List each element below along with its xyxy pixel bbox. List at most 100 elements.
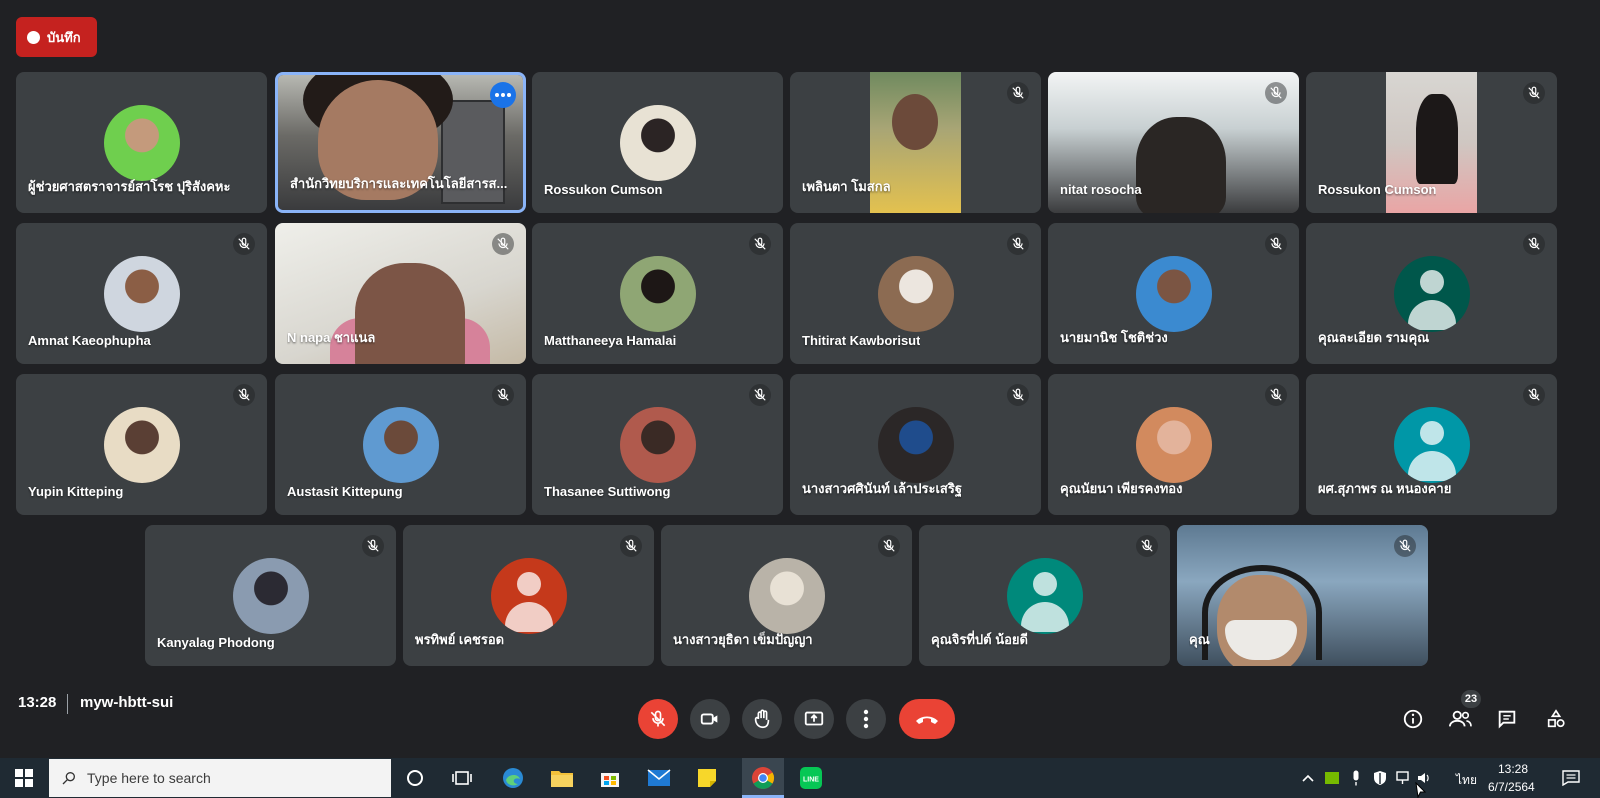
input-language-indicator[interactable]: ไทย — [1456, 771, 1477, 790]
participant-name: นายมานิช โชติช่วง — [1060, 330, 1168, 345]
meeting-details-button[interactable] — [1396, 702, 1430, 736]
mic-off-icon — [1394, 535, 1416, 557]
participant-tile[interactable]: นายมานิช โชติช่วง — [1048, 223, 1299, 364]
hang-up-icon — [916, 716, 938, 724]
mic-off-icon — [1007, 233, 1029, 255]
avatar — [103, 406, 180, 483]
mic-off-icon — [1265, 233, 1287, 255]
default-avatar-icon — [490, 557, 567, 634]
participant-tile[interactable]: พรทิพย์ เคชรอด — [403, 525, 654, 666]
participant-name: Rossukon Cumson — [1318, 182, 1437, 197]
mic-off-icon — [749, 384, 771, 406]
taskbar-search-box[interactable]: Type here to search — [49, 759, 391, 797]
microphone-icon[interactable] — [1347, 762, 1365, 794]
participant-tile[interactable]: Matthaneeya Hamalai — [532, 223, 783, 364]
participant-tile[interactable]: nitat rosocha — [1048, 72, 1299, 213]
tray-app-icon[interactable] — [1323, 762, 1341, 794]
participant-tile-active-speaker[interactable]: สำนักวิทยบริการและเทคโนโลยีสารส... — [275, 72, 526, 213]
notification-center-icon[interactable] — [1558, 762, 1584, 794]
mic-off-icon — [1007, 82, 1029, 104]
avatar — [877, 255, 954, 332]
mic-off-icon — [1265, 82, 1287, 104]
participant-tile[interactable]: Rossukon Cumson — [532, 72, 783, 213]
participant-tile[interactable]: ผู้ช่วยศาสตราจารย์สาโรช ปุริสังคหะ — [16, 72, 267, 213]
search-icon — [62, 772, 75, 785]
taskbar-clock-time[interactable]: 13:28 — [1498, 762, 1528, 776]
participant-name: สำนักวิทยบริการและเทคโนโลยีสารส... — [290, 176, 508, 191]
divider — [67, 694, 68, 714]
default-avatar-icon — [1006, 557, 1083, 634]
participant-tile[interactable]: Thitirat Kawborisut — [790, 223, 1041, 364]
participant-tile[interactable]: คุณนัยนา เพียรคงทอง — [1048, 374, 1299, 515]
microsoft-store-icon[interactable] — [594, 762, 626, 794]
participant-tile[interactable]: ผศ.สุภาพร ณ หนองคาย — [1306, 374, 1557, 515]
leave-call-button[interactable] — [899, 699, 955, 739]
mail-icon[interactable] — [643, 762, 675, 794]
participant-tile[interactable]: Kanyalag Phodong — [145, 525, 396, 666]
task-view-button[interactable] — [446, 762, 478, 794]
camera-toggle-button[interactable] — [690, 699, 730, 739]
more-options-button[interactable] — [846, 699, 886, 739]
participant-name: Amnat Kaeophupha — [28, 333, 151, 348]
participant-name: นางสาวยุธิดา เข็มปัญญา — [673, 632, 813, 647]
file-explorer-icon[interactable] — [546, 762, 578, 794]
present-screen-button[interactable] — [794, 699, 834, 739]
mic-off-icon — [620, 535, 642, 557]
meeting-code[interactable]: myw-hbtt-sui — [80, 694, 173, 711]
avatar — [1135, 255, 1212, 332]
participant-name: นางสาวศศินันท์ เล้าประเสริฐ — [802, 481, 962, 496]
taskbar-clock-date[interactable]: 6/7/2564 — [1488, 780, 1535, 794]
participant-tile[interactable]: นางสาวยุธิดา เข็มปัญญา — [661, 525, 912, 666]
mic-toggle-button[interactable] — [638, 699, 678, 739]
participant-tile-self[interactable]: คุณ — [1177, 525, 1428, 666]
mouse-cursor-icon — [1415, 782, 1427, 798]
network-icon[interactable] — [1395, 762, 1413, 794]
cortana-circle-icon — [407, 770, 423, 786]
security-shield-icon[interactable] — [1371, 762, 1389, 794]
participant-tile[interactable]: Yupin Kitteping — [16, 374, 267, 515]
participant-tile[interactable]: คุณจิรที่ปต์ น้อยดี — [919, 525, 1170, 666]
participant-name: Yupin Kitteping — [28, 484, 124, 499]
record-dot-icon — [27, 30, 40, 44]
chat-icon — [1498, 710, 1516, 729]
participant-tile[interactable]: นางสาวศศินันท์ เล้าประเสริฐ — [790, 374, 1041, 515]
cortana-button[interactable] — [399, 762, 431, 794]
avatar — [232, 557, 309, 634]
people-icon — [1449, 710, 1472, 727]
participant-tile[interactable]: คุณละเอียด รามคุณ — [1306, 223, 1557, 364]
chrome-icon[interactable] — [747, 762, 779, 794]
avatar — [748, 557, 825, 634]
mic-off-icon — [1523, 233, 1545, 255]
mic-off-icon — [492, 384, 514, 406]
windows-taskbar: Type here to search LINE ไทย 13:28 6/7/2… — [0, 758, 1600, 798]
mic-off-icon — [1136, 535, 1158, 557]
participants-count-badge: 23 — [1461, 690, 1481, 708]
participant-name: ผู้ช่วยศาสตราจารย์สาโรช ปุริสังคหะ — [28, 179, 231, 194]
more-options-icon[interactable] — [490, 82, 516, 108]
edge-browser-icon[interactable] — [497, 762, 529, 794]
mic-off-icon — [362, 535, 384, 557]
windows-start-button[interactable] — [8, 762, 40, 794]
participant-name: คุณจิรที่ปต์ น้อยดี — [931, 632, 1028, 647]
avatar — [1135, 406, 1212, 483]
chat-button[interactable] — [1490, 702, 1524, 736]
participant-name: พรทิพย์ เคชรอด — [415, 632, 505, 647]
participant-name: คุณ — [1189, 632, 1210, 647]
present-screen-icon — [804, 711, 824, 726]
line-app-icon[interactable]: LINE — [795, 762, 827, 794]
mic-off-icon — [1265, 384, 1287, 406]
participant-tile[interactable]: เพลินตา โมสกล — [790, 72, 1041, 213]
mic-off-icon — [650, 710, 666, 727]
participant-tile[interactable]: N napa ชาแนล — [275, 223, 526, 364]
activities-button[interactable] — [1539, 702, 1573, 736]
avatar — [619, 255, 696, 332]
raise-hand-button[interactable] — [742, 699, 782, 739]
task-view-icon — [452, 771, 472, 785]
avatar — [103, 255, 180, 332]
participant-tile[interactable]: Amnat Kaeophupha — [16, 223, 267, 364]
participant-tile[interactable]: Thasanee Suttiwong — [532, 374, 783, 515]
show-hidden-icons-chevron-icon[interactable] — [1299, 762, 1317, 794]
sticky-notes-icon[interactable] — [691, 762, 723, 794]
participant-tile[interactable]: Rossukon Cumson — [1306, 72, 1557, 213]
participant-tile[interactable]: Austasit Kittepung — [275, 374, 526, 515]
